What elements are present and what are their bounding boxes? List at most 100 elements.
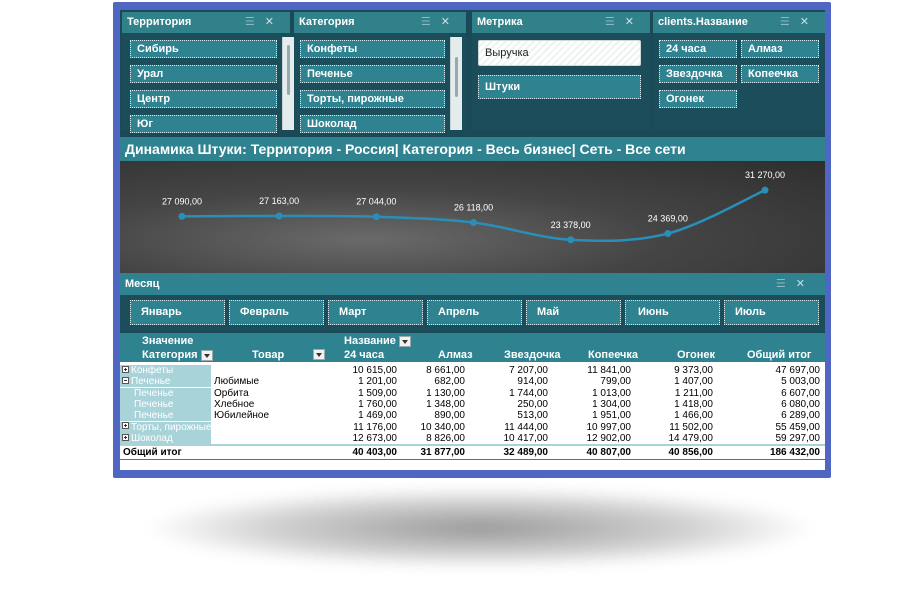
row-product: Орбита bbox=[214, 387, 249, 399]
clients-slicer-header: clients.Название ☰✕ bbox=[653, 12, 825, 33]
data-label: 26 118,00 bbox=[454, 203, 493, 213]
multi-select-icon[interactable]: ☰ bbox=[245, 16, 265, 28]
data-point[interactable] bbox=[372, 213, 380, 221]
month-item[interactable]: Июль bbox=[724, 300, 819, 325]
row-category[interactable]: Шоколад bbox=[120, 432, 211, 444]
multi-select-icon[interactable]: ☰ bbox=[776, 278, 796, 290]
row-category-label: Торты, пирожные bbox=[131, 421, 211, 433]
client-item[interactable]: Алмаз bbox=[741, 40, 819, 58]
data-point[interactable] bbox=[275, 212, 283, 220]
value-cell: 1 744,00 bbox=[509, 387, 548, 399]
clear-filter-icon[interactable]: ✕ bbox=[265, 16, 284, 28]
data-point[interactable] bbox=[178, 212, 186, 220]
month-item[interactable]: Февраль bbox=[229, 300, 324, 325]
grand-total-cell: 32 489,00 bbox=[503, 447, 549, 459]
row-category-label: Печенье bbox=[134, 398, 174, 410]
row-product: Юбилейное bbox=[214, 410, 270, 422]
client-item[interactable]: Звездочка bbox=[659, 65, 737, 83]
value-cell: 11 841,00 bbox=[587, 365, 631, 376]
territory-item[interactable]: Юг bbox=[130, 115, 277, 133]
row-category[interactable]: Печенье bbox=[120, 387, 211, 399]
pivot-col-header: Копеечка bbox=[588, 349, 639, 361]
territory-scroll-thumb[interactable] bbox=[287, 45, 290, 95]
metric-slicer-title: Метрика bbox=[477, 16, 523, 28]
metric-slicer: Метрика ☰✕ Выручка Штуки bbox=[472, 12, 650, 130]
value-cell: 799,00 bbox=[600, 376, 631, 388]
expand-icon[interactable] bbox=[122, 422, 129, 430]
month-item[interactable]: Май bbox=[526, 300, 621, 325]
total-separator bbox=[120, 444, 825, 447]
pivot-name-filter[interactable]: Название bbox=[344, 334, 411, 348]
value-cell: 1 201,00 bbox=[358, 376, 397, 388]
multi-select-icon[interactable]: ☰ bbox=[421, 16, 441, 28]
value-cell: 6 607,00 bbox=[781, 387, 820, 399]
value-cell: 1 304,00 bbox=[592, 398, 631, 410]
category-item[interactable]: Конфеты bbox=[300, 40, 445, 58]
value-cell: 9 373,00 bbox=[674, 365, 713, 376]
category-item[interactable]: Торты, пирожные bbox=[300, 90, 445, 108]
row-category[interactable]: Печенье bbox=[120, 410, 211, 422]
data-point[interactable] bbox=[761, 186, 769, 194]
pivot-col-header: 24 часа bbox=[344, 349, 385, 361]
clear-filter-icon[interactable]: ✕ bbox=[796, 278, 815, 290]
dropdown-icon[interactable] bbox=[313, 349, 325, 360]
row-category-label: Шоколад bbox=[131, 432, 173, 444]
data-point[interactable] bbox=[567, 236, 575, 244]
month-item[interactable]: Март bbox=[328, 300, 423, 325]
value-cell: 513,00 bbox=[517, 410, 548, 422]
clear-filter-icon[interactable]: ✕ bbox=[800, 16, 819, 28]
pivot-category-filter[interactable]: Категория bbox=[142, 348, 213, 362]
month-item[interactable]: Январь bbox=[130, 300, 225, 325]
value-cell: 1 130,00 bbox=[426, 387, 465, 399]
clear-filter-icon[interactable]: ✕ bbox=[625, 16, 644, 28]
multi-select-icon[interactable]: ☰ bbox=[605, 16, 625, 28]
data-point[interactable] bbox=[470, 219, 477, 227]
data-point[interactable] bbox=[664, 230, 672, 238]
metric-item-selected[interactable]: Выручка bbox=[478, 40, 641, 66]
table-row: Печенье Любимые 1 201,00 682,00 914,00 799,00… bbox=[120, 376, 825, 388]
territory-item[interactable]: Урал bbox=[130, 65, 277, 83]
grand-total-label: Общий итог bbox=[123, 447, 182, 459]
value-cell: 11 444,00 bbox=[504, 421, 548, 433]
metric-item[interactable]: Штуки bbox=[478, 75, 641, 99]
table-row: Печенье Юбилейное 1 469,00 890,00 513,00 1 95… bbox=[120, 410, 825, 422]
client-item[interactable]: Копеечка bbox=[741, 65, 819, 83]
clients-slicer-title: clients.Название bbox=[658, 16, 748, 28]
expand-icon[interactable] bbox=[122, 433, 129, 441]
territory-slicer-title: Территория bbox=[127, 16, 192, 28]
collapse-icon[interactable] bbox=[122, 377, 129, 385]
row-category[interactable]: Торты, пирожные bbox=[120, 421, 211, 433]
value-cell: 1 407,00 bbox=[674, 376, 713, 388]
dropdown-icon[interactable] bbox=[200, 349, 213, 361]
client-item[interactable]: 24 часа bbox=[659, 40, 737, 58]
territory-item[interactable]: Сибирь bbox=[130, 40, 277, 58]
table-bottom-border bbox=[120, 459, 825, 461]
month-slicer: Январь Февраль Март Апрель Май Июнь Июль bbox=[120, 295, 825, 331]
category-item[interactable]: Печенье bbox=[300, 65, 445, 83]
pivot-name-label: Название bbox=[344, 335, 396, 347]
row-category[interactable]: Печенье bbox=[120, 376, 211, 388]
pivot-col-header: Звездочка bbox=[504, 349, 561, 361]
row-category-label: Конфеты bbox=[131, 365, 174, 376]
month-item[interactable]: Апрель bbox=[427, 300, 522, 325]
multi-select-icon[interactable]: ☰ bbox=[780, 16, 800, 28]
category-item[interactable]: Шоколад bbox=[300, 115, 445, 133]
data-label: 31 270,00 bbox=[745, 170, 785, 180]
value-cell: 55 459,00 bbox=[775, 421, 821, 433]
month-item[interactable]: Июнь bbox=[625, 300, 720, 325]
data-label: 24 369,00 bbox=[648, 214, 688, 224]
row-category[interactable]: Конфеты bbox=[120, 365, 211, 376]
territory-item[interactable]: Центр bbox=[130, 90, 277, 108]
territory-scrollbar[interactable] bbox=[282, 37, 294, 130]
category-scrollbar[interactable] bbox=[450, 37, 462, 130]
client-item[interactable]: Огонек bbox=[659, 90, 737, 108]
row-category[interactable]: Печенье bbox=[120, 398, 211, 410]
category-slicer: Категория ☰✕ Конфеты Печенье Торты, пиро… bbox=[294, 12, 466, 133]
value-cell: 1 466,00 bbox=[674, 410, 713, 422]
clear-filter-icon[interactable]: ✕ bbox=[441, 16, 460, 28]
expand-icon[interactable] bbox=[122, 365, 129, 373]
metric-slicer-header: Метрика ☰✕ bbox=[472, 12, 650, 33]
dropdown-icon[interactable] bbox=[398, 335, 411, 347]
row-product: Любимые bbox=[214, 376, 259, 388]
category-scroll-thumb[interactable] bbox=[455, 57, 458, 97]
